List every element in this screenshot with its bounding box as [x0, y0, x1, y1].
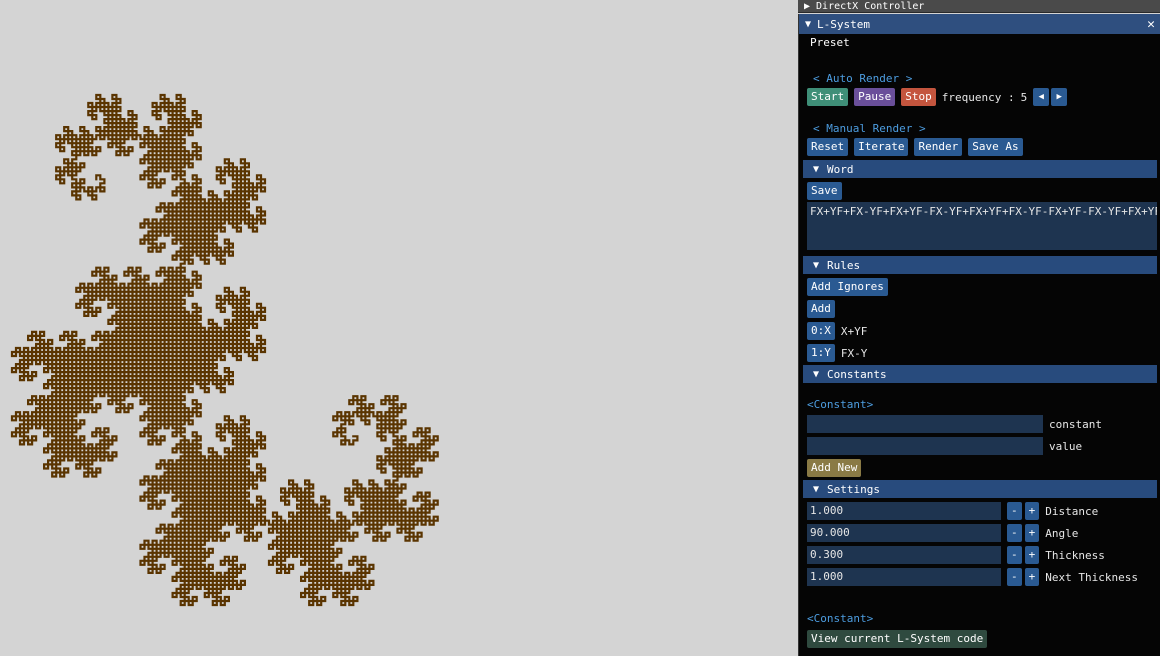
thickness-input[interactable]: 0.300 [807, 546, 1001, 564]
rules-section-header[interactable]: ▼ Rules [803, 256, 1157, 274]
collapse-icon: ▼ [805, 18, 812, 30]
constants-section-header[interactable]: ▼ Constants [803, 365, 1157, 383]
add-ignores-button[interactable]: Add Ignores [807, 278, 888, 296]
value-label: value [1049, 439, 1083, 453]
distance-input[interactable]: 1.000 [807, 502, 1001, 520]
next-thickness-label: Next Thickness [1045, 570, 1138, 584]
settings-section-header[interactable]: ▼ Settings [803, 480, 1157, 498]
decrease-angle-button[interactable]: - [1007, 524, 1022, 542]
render-button[interactable]: Render [914, 138, 963, 156]
preset-menu[interactable]: Preset [810, 36, 850, 49]
increase-angle-button[interactable]: + [1024, 524, 1040, 542]
angle-label: Angle [1045, 526, 1079, 540]
rule-item: 0:X X+YF [807, 322, 867, 340]
lsystem-panel: ▼ L-System ✕ Preset < Auto Render > Star… [798, 14, 1160, 656]
settings-section-title: Settings [827, 482, 881, 496]
pause-button[interactable]: Pause [854, 88, 896, 106]
reset-button[interactable]: Reset [807, 138, 849, 156]
frequency-label: frequency : [941, 90, 1015, 104]
save-as-button[interactable]: Save As [968, 138, 1023, 156]
rule-value: X+YF [840, 324, 868, 338]
directx-controller-header[interactable]: ▶ DirectX Controller [798, 0, 1160, 13]
decrease-next-thickness-button[interactable]: - [1007, 568, 1022, 586]
directx-controller-title: DirectX Controller [816, 0, 925, 12]
lsystem-titlebar[interactable]: ▼ L-System ✕ [799, 14, 1160, 34]
iterate-button[interactable]: Iterate [854, 138, 909, 156]
word-input[interactable]: FX+YF+FX-YF+FX+YF-FX-YF+FX+YF+FX-YF-FX+Y… [807, 202, 1157, 250]
dragon-curve-fractal [10, 93, 439, 607]
collapse-icon: ▼ [813, 368, 820, 380]
frequency-value: 5 [1020, 90, 1028, 104]
rule-key-button[interactable]: 0:X [807, 322, 835, 340]
constant-name-input[interactable] [807, 415, 1043, 433]
collapse-icon: ▼ [813, 163, 820, 175]
fractal-path [10, 93, 439, 607]
stop-button[interactable]: Stop [901, 88, 936, 106]
add-rule-button[interactable]: Add [807, 300, 835, 318]
constant-value-input[interactable] [807, 437, 1043, 455]
add-new-constant-button[interactable]: Add New [807, 459, 862, 477]
view-code-button[interactable]: View current L-System code [807, 630, 988, 648]
rule-value: FX-Y [840, 346, 868, 360]
manual-render-header: < Manual Render > [813, 122, 926, 135]
increase-next-thickness-button[interactable]: + [1024, 568, 1040, 586]
rule-key-button[interactable]: 1:Y [807, 344, 835, 362]
close-icon[interactable]: ✕ [1147, 17, 1155, 32]
word-section-header[interactable]: ▼ Word [803, 160, 1157, 178]
increase-distance-button[interactable]: + [1024, 502, 1040, 520]
auto-render-header: < Auto Render > [813, 72, 913, 85]
lsystem-title: L-System [817, 17, 871, 31]
rule-item: 1:Y FX-Y [807, 344, 867, 362]
decrease-distance-button[interactable]: - [1007, 502, 1022, 520]
save-word-button[interactable]: Save [807, 182, 842, 200]
next-thickness-input[interactable]: 1.000 [807, 568, 1001, 586]
increase-frequency-icon[interactable]: ▶ [1051, 88, 1068, 106]
constant-label: constant [1049, 417, 1102, 431]
distance-label: Distance [1045, 504, 1099, 518]
increase-thickness-button[interactable]: + [1024, 546, 1040, 564]
setting-row-distance: 1.000 - + Distance [807, 502, 1098, 520]
decrease-frequency-icon[interactable]: ◀ [1033, 88, 1050, 106]
decrease-thickness-button[interactable]: - [1007, 546, 1022, 564]
footer-constant-link[interactable]: <Constant> [807, 612, 873, 625]
collapse-icon: ▼ [813, 259, 820, 271]
expand-icon: ▶ [804, 0, 811, 12]
render-canvas[interactable] [0, 0, 798, 656]
collapse-icon: ▼ [813, 483, 820, 495]
setting-row-angle: 90.000 - + Angle [807, 524, 1078, 542]
rules-section-title: Rules [827, 258, 861, 272]
setting-row-next-thickness: 1.000 - + Next Thickness [807, 568, 1138, 586]
constant-link[interactable]: <Constant> [807, 398, 873, 411]
start-button[interactable]: Start [807, 88, 849, 106]
setting-row-thickness: 0.300 - + Thickness [807, 546, 1105, 564]
angle-input[interactable]: 90.000 [807, 524, 1001, 542]
constants-section-title: Constants [827, 367, 887, 381]
word-section-title: Word [827, 162, 854, 176]
thickness-label: Thickness [1045, 548, 1105, 562]
